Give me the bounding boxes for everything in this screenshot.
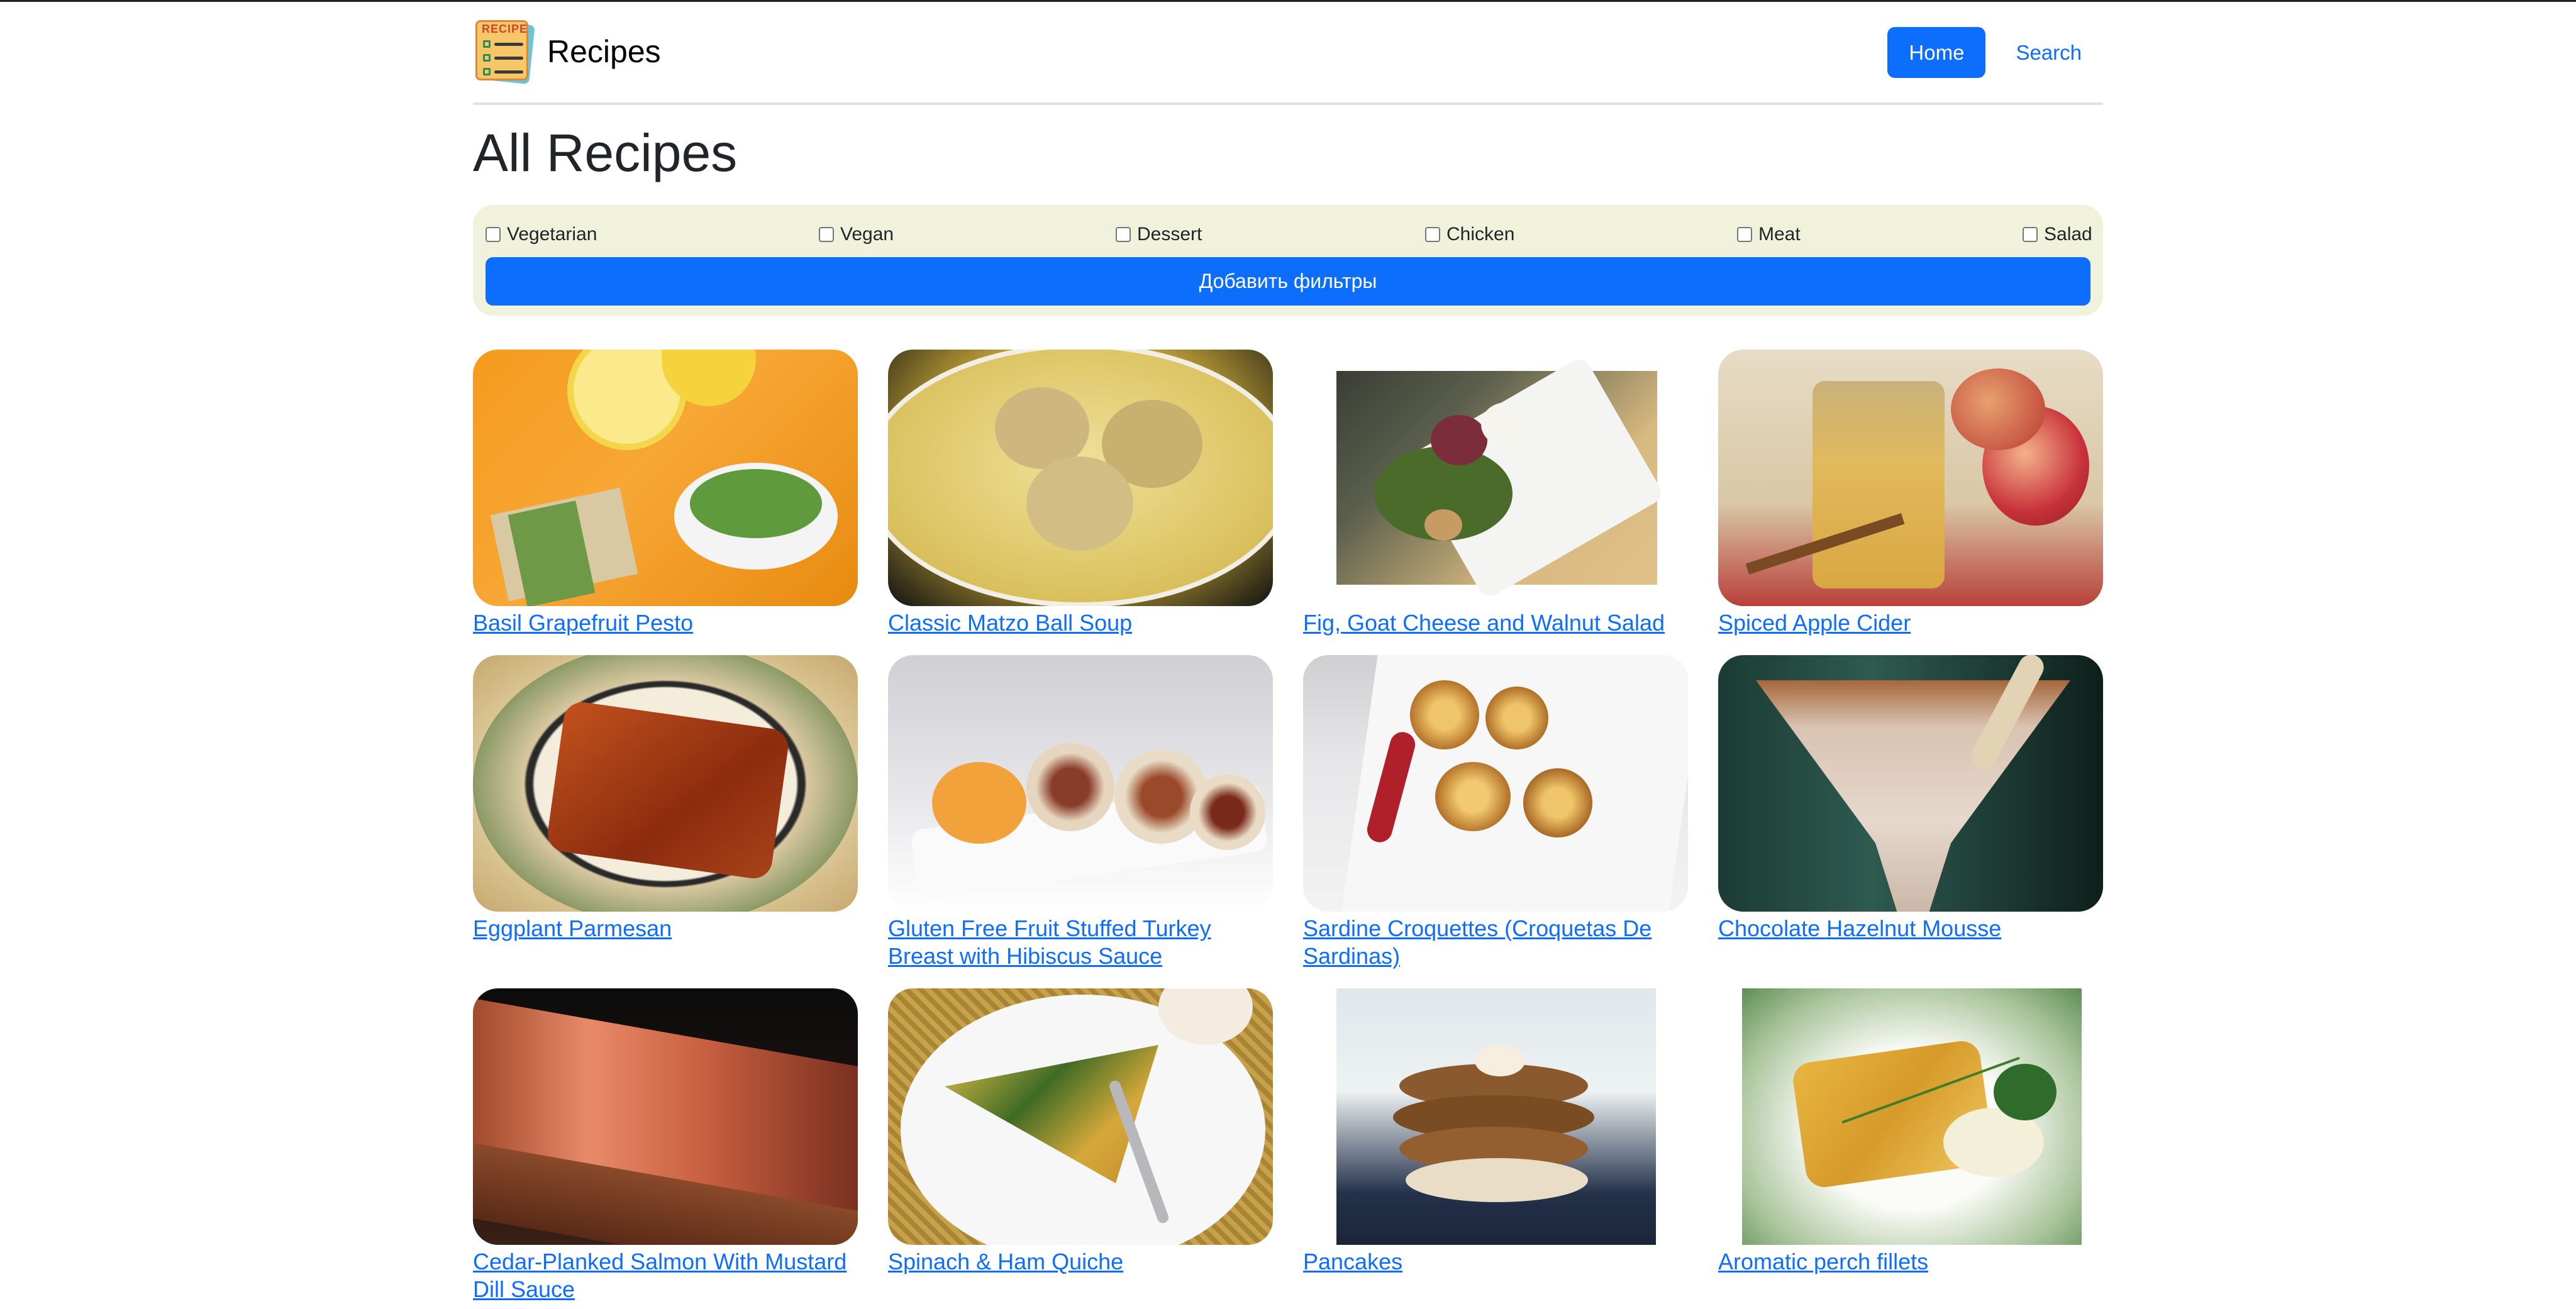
filter-label: Salad xyxy=(2044,224,2092,245)
recipe-card[interactable]: Sardine Croquettes (Croquetas De Sardina… xyxy=(1303,655,1688,970)
nav-search-link[interactable]: Search xyxy=(1994,27,2103,78)
recipe-title-link[interactable]: Spinach & Ham Quiche xyxy=(888,1248,1273,1276)
recipe-image[interactable] xyxy=(473,350,858,606)
recipe-card[interactable]: Fig, Goat Cheese and Walnut Salad xyxy=(1303,350,1688,637)
filter-options: Vegetarian Vegan Dessert Chicken Meat Sa… xyxy=(486,219,2092,250)
filter-vegan[interactable]: Vegan xyxy=(819,219,894,250)
recipe-image[interactable] xyxy=(1718,655,2103,912)
checkbox-dessert[interactable] xyxy=(1116,227,1131,242)
recipe-image[interactable] xyxy=(473,655,858,912)
page-title: All Recipes xyxy=(473,123,738,182)
filter-panel: Vegetarian Vegan Dessert Chicken Meat Sa… xyxy=(473,205,2103,316)
filter-chicken[interactable]: Chicken xyxy=(1425,219,1514,250)
filter-vegetarian[interactable]: Vegetarian xyxy=(486,219,597,250)
brand[interactable]: RECIPE Recipes xyxy=(473,19,661,85)
page-container: RECIPE Recipes Home Search All Recipes V… xyxy=(473,0,2103,1302)
recipe-title-link[interactable]: Chocolate Hazelnut Mousse xyxy=(1718,915,2103,942)
recipe-card[interactable]: Spinach & Ham Quiche xyxy=(888,988,1273,1276)
recipe-image[interactable] xyxy=(1718,350,2103,606)
filter-label: Chicken xyxy=(1446,224,1515,245)
recipe-title-link[interactable]: Sardine Croquettes (Croquetas De Sardina… xyxy=(1303,915,1688,970)
recipe-card[interactable]: Cedar-Planked Salmon With Mustard Dill S… xyxy=(473,988,858,1303)
recipe-title-link[interactable]: Aromatic perch fillets xyxy=(1718,1248,2103,1276)
filter-meat[interactable]: Meat xyxy=(1737,219,1801,250)
recipe-card[interactable]: Spiced Apple Cider xyxy=(1718,350,2103,637)
recipe-title-link[interactable]: Cedar-Planked Salmon With Mustard Dill S… xyxy=(473,1248,858,1303)
recipe-image[interactable] xyxy=(1303,350,1688,606)
recipe-image[interactable] xyxy=(473,988,858,1245)
checkbox-meat[interactable] xyxy=(1737,227,1752,242)
filter-salad[interactable]: Salad xyxy=(2023,219,2092,250)
recipe-card[interactable]: Basil Grapefruit Pesto xyxy=(473,350,858,637)
recipe-card[interactable]: Pancakes xyxy=(1303,988,1688,1276)
brand-name: Recipes xyxy=(547,34,661,69)
recipe-card[interactable]: Classic Matzo Ball Soup xyxy=(888,350,1273,637)
checkbox-chicken[interactable] xyxy=(1425,227,1440,242)
recipe-card[interactable]: Eggplant Parmesan xyxy=(473,655,858,942)
recipe-title-link[interactable]: Fig, Goat Cheese and Walnut Salad xyxy=(1303,609,1688,637)
recipe-title-link[interactable]: Classic Matzo Ball Soup xyxy=(888,609,1273,637)
checkbox-salad[interactable] xyxy=(2023,227,2038,242)
recipe-image[interactable] xyxy=(1718,988,2103,1245)
recipe-title-link[interactable]: Spiced Apple Cider xyxy=(1718,609,2103,637)
checkbox-vegetarian[interactable] xyxy=(486,227,501,242)
filter-label: Vegan xyxy=(840,224,894,245)
checkbox-vegan[interactable] xyxy=(819,227,834,242)
recipe-title-link[interactable]: Gluten Free Fruit Stuffed Turkey Breast … xyxy=(888,915,1273,970)
recipe-title-link[interactable]: Basil Grapefruit Pesto xyxy=(473,609,858,637)
navbar: RECIPE Recipes Home Search xyxy=(473,0,2103,105)
recipe-card[interactable]: Chocolate Hazelnut Mousse xyxy=(1718,655,2103,942)
recipe-card[interactable]: Gluten Free Fruit Stuffed Turkey Breast … xyxy=(888,655,1273,970)
filter-label: Meat xyxy=(1758,224,1801,245)
apply-filters-button[interactable]: Добавить фильтры xyxy=(486,257,2090,306)
filter-dessert[interactable]: Dessert xyxy=(1116,219,1202,250)
recipe-image[interactable] xyxy=(888,350,1273,606)
recipe-image[interactable] xyxy=(888,988,1273,1245)
filter-label: Vegetarian xyxy=(507,224,597,245)
nav-home-button[interactable]: Home xyxy=(1887,27,1986,78)
recipe-image[interactable] xyxy=(888,655,1273,912)
recipe-image[interactable] xyxy=(1303,655,1688,912)
recipe-image[interactable] xyxy=(1303,988,1688,1245)
recipe-title-link[interactable]: Eggplant Parmesan xyxy=(473,915,858,942)
main-nav: Home Search xyxy=(1887,27,2103,78)
recipe-logo-icon: RECIPE xyxy=(473,19,535,85)
filter-label: Dessert xyxy=(1137,224,1202,245)
recipe-title-link[interactable]: Pancakes xyxy=(1303,1248,1688,1276)
recipe-card[interactable]: Aromatic perch fillets xyxy=(1718,988,2103,1276)
